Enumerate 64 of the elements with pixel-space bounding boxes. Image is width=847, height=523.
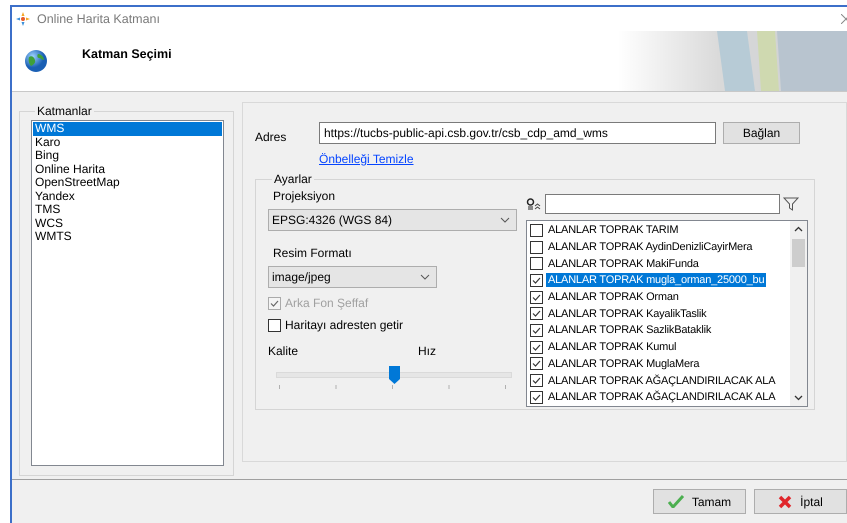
list-item[interactable]: Yandex [33,190,222,203]
checkbox[interactable] [530,290,543,304]
checkbox[interactable] [530,340,543,354]
list-item[interactable]: TMS [33,203,222,216]
slider-label: Kalite [268,344,298,358]
field-label: Resim Formatı [273,246,353,260]
layer-item[interactable]: ALANLAR TOPRAK Kumul [546,340,678,354]
scroll-down-icon[interactable] [794,395,803,401]
checkbox-label: Arka Fon Şeffaf [285,296,368,310]
list-item[interactable]: WMTS [33,230,222,244]
list-item[interactable]: Karo [33,136,222,149]
chevron-down-icon [500,217,510,223]
checkbox[interactable] [530,324,543,337]
layer-item[interactable]: ALANLAR TOPRAK AĞAÇLANDIRILACAK ALA [546,374,778,388]
field-label: Adres [255,129,288,144]
list-item[interactable]: Bing [33,149,222,162]
layer-item[interactable]: ALANLAR TOPRAK mugla_orman_25000_bu [546,273,766,288]
slider-label: Hız [418,344,436,358]
group-title: Katmanlar [36,104,93,118]
layer-item[interactable]: ALANLAR TOPRAK MakiFunda [546,256,701,271]
list-item[interactable]: OpenStreetMap [33,176,222,190]
list-item[interactable]: WMS [33,122,222,136]
scrollbar[interactable] [790,221,807,406]
list-item[interactable]: Online Harita [33,162,222,176]
layer-item[interactable]: ALANLAR TOPRAK AĞAÇLANDIRILACAK ALA [546,390,778,404]
checkbox[interactable] [530,240,543,254]
projection-dropdown[interactable]: EPSG:4326 (WGS 84) [268,209,517,231]
checkbox[interactable] [530,390,543,404]
cancel-button[interactable]: İptal [754,489,847,514]
checkbox[interactable] [530,357,543,370]
ok-button[interactable]: Tamam [653,489,746,514]
field-label: Projeksiyon [273,189,336,203]
layer-item[interactable]: ALANLAR TOPRAK SazlikBataklik [546,323,714,338]
connect-button[interactable]: Bağlan [723,122,800,144]
header-title: Katman Seçimi [82,47,172,61]
layer-item[interactable]: ALANLAR TOPRAK TARIM [546,223,680,238]
checkbox[interactable] [530,257,543,270]
checkbox[interactable] [530,274,543,287]
layer-item[interactable]: ALANLAR TOPRAK MuglaMera [546,356,702,371]
window-title: Online Harita Katmanı [37,12,160,26]
checkbox[interactable] [530,224,543,237]
format-dropdown[interactable]: image/jpeg [268,266,437,288]
layer-item[interactable]: ALANLAR TOPRAK Orman [546,290,681,304]
scroll-up-icon[interactable] [794,226,803,232]
scrollbar-thumb[interactable] [792,239,805,267]
checkbox[interactable] [268,318,281,332]
search-field[interactable] [545,194,780,214]
app-logo-icon [15,11,31,27]
group-title: Ayarlar [273,172,313,186]
globe-icon [24,49,48,73]
search-icon[interactable] [526,198,542,210]
list-item[interactable]: WCS [33,216,222,230]
checkbox[interactable] [530,374,543,388]
close-icon [778,494,792,508]
checkbox[interactable] [530,307,543,320]
filter-icon[interactable] [783,196,799,212]
address-field[interactable]: https://tucbs-public-api.csb.gov.tr/csb_cdp_amd_wms [319,122,716,144]
layer-item[interactable]: ALANLAR TOPRAK AydinDenizliCayirMera [546,240,754,254]
layer-item[interactable]: ALANLAR TOPRAK KayalikTaslik [546,306,708,321]
chevron-down-icon [420,274,430,280]
checkmark-icon [668,495,684,508]
clear-cache-link[interactable]: Önbelleği Temizle [319,152,414,166]
slider-thumb[interactable] [389,366,400,384]
checkbox-label: Haritayı adresten getir [285,318,404,332]
